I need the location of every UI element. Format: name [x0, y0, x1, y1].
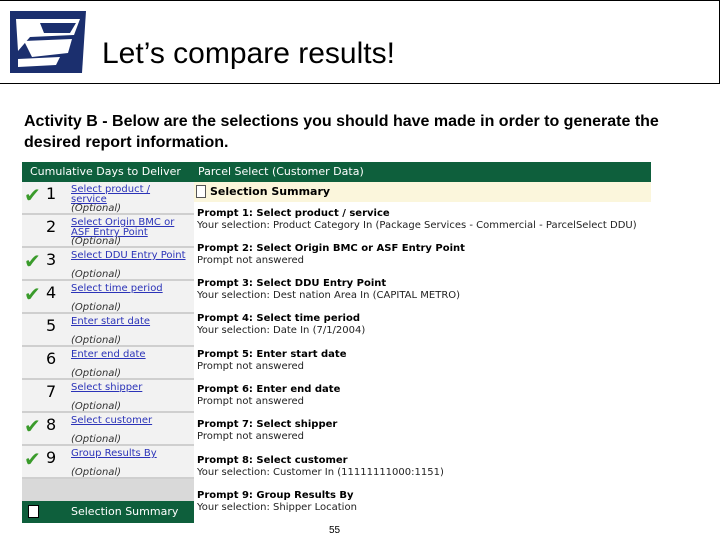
prompt-result-title: Prompt 7: Select shipper	[197, 419, 338, 430]
prompt-number: 8	[46, 415, 57, 434]
prompt-result: Prompt 8: Select customer Your selection:…	[197, 455, 647, 479]
usps-eagle-logo	[10, 11, 86, 73]
prompt-optional-label: (Optional)	[71, 302, 122, 313]
prompt-link[interactable]: Select DDU Entry Point	[71, 250, 191, 261]
prompt-item[interactable]: ✔ 3 Select DDU Entry Point (Optional)	[22, 248, 194, 281]
selection-summary-button[interactable]: Selection Summary	[22, 501, 194, 523]
prompt-result: Prompt 4: Select time period Your selecti…	[197, 313, 647, 337]
prompt-item[interactable]: 6 Enter end date (Optional)	[22, 347, 194, 380]
check-icon: ✔	[24, 447, 41, 471]
document-icon	[196, 185, 206, 198]
prompt-item[interactable]: 7 Select shipper (Optional)	[22, 380, 194, 413]
prompt-number: 7	[46, 382, 57, 401]
prompt-item[interactable]: ✔ 9 Group Results By (Optional)	[22, 446, 194, 479]
prompt-result-title: Prompt 2: Select Origin BMC or ASF Entry…	[197, 243, 465, 254]
prompt-number: 1	[46, 184, 57, 203]
activity-instructions: Activity B - Below are the selections yo…	[24, 113, 659, 151]
prompt-number: 5	[46, 316, 57, 335]
prompt-result-title: Prompt 3: Select DDU Entry Point	[197, 278, 387, 289]
check-icon: ✔	[24, 249, 41, 273]
prompt-result-value: Prompt not answered	[197, 361, 305, 372]
prompt-optional-label: (Optional)	[71, 269, 122, 280]
prompt-link[interactable]: Enter end date	[71, 349, 191, 360]
prompt-number: 9	[46, 448, 57, 467]
prompt-item[interactable]: 2 Select Origin BMC or ASF Entry Point (Opt…	[22, 215, 194, 248]
prompt-optional-label: (Optional)	[71, 368, 122, 379]
prompt-navigation-pane: ✔ 1 Select product / service (Optional) 2 Sele…	[22, 182, 194, 523]
prompt-result-value: Prompt not answered	[197, 431, 305, 442]
prompt-result: Prompt 5: Enter start date Prompt not ans…	[197, 349, 647, 373]
prompt-result: Prompt 2: Select Origin BMC or ASF Entry…	[197, 243, 647, 267]
prompt-item[interactable]: ✔ 1 Select product / service (Optional)	[22, 182, 194, 215]
prompt-result-title: Prompt 5: Enter start date	[197, 349, 347, 360]
prompt-result: Prompt 6: Enter end date Prompt not answe…	[197, 384, 647, 408]
prompt-result-title: Prompt 1: Select product / service	[197, 208, 390, 219]
prompt-link[interactable]: Select customer	[71, 415, 191, 426]
prompt-result-title: Prompt 4: Select time period	[197, 313, 361, 324]
slide-title-bar: Let’s compare results!	[0, 0, 720, 84]
prompt-optional-label: (Optional)	[71, 401, 122, 412]
prompt-item[interactable]: ✔ 8 Select customer (Optional)	[22, 413, 194, 446]
prompt-link[interactable]: Select shipper	[71, 382, 191, 393]
page-number: 55	[329, 525, 341, 536]
prompt-result-value: Your selection: Date In (7/1/2004)	[197, 325, 366, 336]
prompt-result-value: Prompt not answered	[197, 396, 305, 407]
prompt-result-title: Prompt 9: Group Results By	[197, 490, 354, 501]
prompt-optional-label: (Optional)	[71, 467, 122, 478]
prompt-optional-label: (Optional)	[71, 236, 122, 247]
report-header-bar: Cumulative Days to Deliver Parcel Select…	[22, 162, 651, 182]
prompt-item[interactable]: 5 Enter start date (Optional)	[22, 314, 194, 347]
prompt-number: 2	[46, 217, 57, 236]
document-icon	[28, 505, 39, 518]
prompt-result: Prompt 3: Select DDU Entry Point Your sel…	[197, 278, 647, 302]
prompt-optional-label: (Optional)	[71, 434, 122, 445]
prompt-result-value: Your selection: Shipper Location	[197, 502, 357, 513]
slide-title: Let’s compare results!	[102, 37, 395, 70]
selection-summary-heading: Selection Summary	[194, 182, 651, 202]
prompt-result-title: Prompt 8: Select customer	[197, 455, 348, 466]
prompt-link[interactable]: Select time period	[71, 283, 191, 294]
prompt-result-value: Your selection: Customer In (11111111000…	[197, 467, 444, 478]
prompt-result-value: Your selection: Dest nation Area In (CAP…	[197, 290, 461, 301]
selection-summary-button-label: Selection Summary	[71, 505, 179, 518]
prompt-result-value: Prompt not answered	[197, 255, 305, 266]
prompt-result-title: Prompt 6: Enter end date	[197, 384, 341, 395]
universe-name: Parcel Select (Customer Data)	[198, 165, 364, 178]
prompt-link[interactable]: Group Results By	[71, 448, 191, 459]
report-name: Cumulative Days to Deliver	[30, 165, 181, 178]
report-prompt-screenshot: Cumulative Days to Deliver Parcel Select…	[22, 162, 651, 523]
prompt-result: Prompt 7: Select shipper Prompt not answe…	[197, 419, 647, 443]
prompt-result-value: Your selection: Product Category In (Pac…	[197, 220, 637, 231]
check-icon: ✔	[24, 282, 41, 306]
selection-summary-title: Selection Summary	[210, 185, 331, 198]
prompt-number: 4	[46, 283, 57, 302]
prompt-list: ✔ 1 Select product / service (Optional) 2 Sele…	[22, 182, 194, 479]
prompt-result: Prompt 1: Select product / service Your s…	[197, 208, 647, 232]
prompt-result: Prompt 9: Group Results By Your selection…	[197, 490, 647, 514]
prompt-optional-label: (Optional)	[71, 203, 122, 214]
prompt-item[interactable]: ✔ 4 Select time period (Optional)	[22, 281, 194, 314]
selection-summary-pane: Selection Summary Prompt 1: Select produ…	[194, 182, 651, 523]
prompt-optional-label: (Optional)	[71, 335, 122, 346]
prompt-number: 3	[46, 250, 57, 269]
check-icon: ✔	[24, 183, 41, 207]
prompt-number: 6	[46, 349, 57, 368]
prompt-link[interactable]: Enter start date	[71, 316, 191, 327]
check-icon: ✔	[24, 414, 41, 438]
